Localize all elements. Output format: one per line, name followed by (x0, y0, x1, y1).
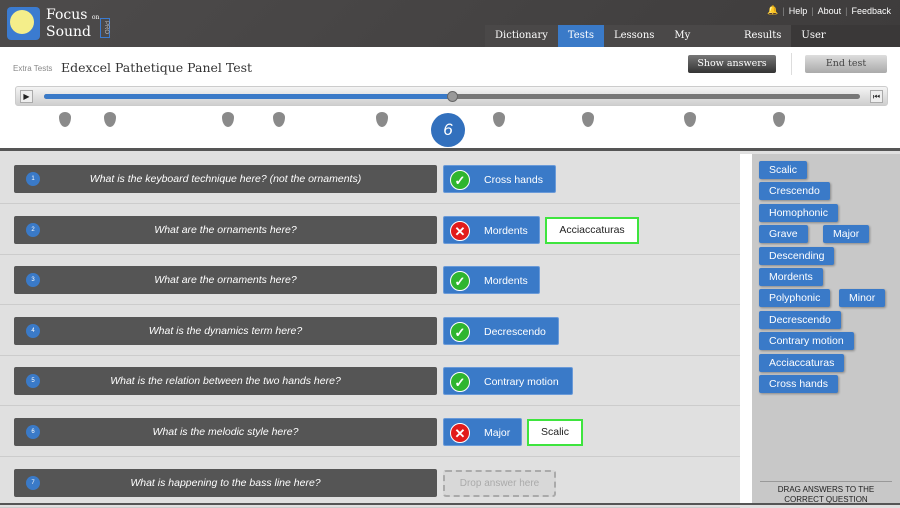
correct-answer: Acciaccaturas (545, 216, 639, 244)
question-marker[interactable] (222, 112, 234, 127)
audio-timeline[interactable]: ▶ ⏮ (15, 86, 888, 106)
question-marker[interactable] (59, 112, 71, 127)
question-text: 3 What are the ornaments here? (14, 266, 437, 295)
show-answers-button[interactable]: Show answers (688, 55, 776, 73)
breadcrumb[interactable]: Extra Tests (13, 64, 52, 73)
given-answer[interactable]: ✕ Mordents (443, 215, 540, 244)
answer-chip[interactable]: Polyphonic (759, 289, 831, 308)
answer-drop-zone[interactable]: Drop answer here (443, 469, 556, 497)
cross-icon: ✕ (450, 423, 470, 443)
question-marker[interactable] (376, 112, 388, 127)
answer-chip[interactable]: Mordents (759, 268, 823, 286)
answer-chip[interactable]: Descending (759, 246, 835, 265)
divider (791, 53, 792, 75)
tab-results[interactable]: Results (734, 25, 792, 47)
main-nav: Dictionary Tests Lessons My School Resul… (485, 25, 900, 63)
answer-chip[interactable]: Acciaccaturas (759, 353, 845, 372)
check-icon: ✓ (450, 271, 470, 292)
check-icon: ✓ (450, 372, 470, 393)
help-link[interactable]: Help (789, 6, 808, 16)
given-answer[interactable]: ✓ Decrescendo (443, 316, 559, 345)
correct-answer: Scalic (527, 419, 583, 446)
question-row: 1 What is the keyboard technique here? (n… (0, 154, 740, 204)
question-text: 6 What is the melodic style here? (14, 418, 437, 446)
answer-chip[interactable]: Contrary motion (759, 332, 854, 351)
answer-chip[interactable]: Crescendo (759, 182, 830, 201)
tab-tests[interactable]: Tests (557, 25, 604, 47)
brand-name: Focus on Sound (46, 7, 100, 40)
given-answer[interactable]: ✓ Mordents (443, 266, 540, 295)
question-marker[interactable] (773, 112, 785, 127)
answer-bank-hint: DRAG ANSWERS TO THE CORRECT QUESTION (760, 481, 892, 505)
answer-chip[interactable]: Cross hands (759, 375, 838, 393)
questions-list: 1 What is the keyboard technique here? (n… (0, 154, 740, 508)
question-text: 1 What is the keyboard technique here? (n… (14, 165, 437, 193)
answer-chip[interactable]: Homophonic (759, 203, 838, 222)
question-number: 7 (26, 475, 40, 490)
question-text: 4 What is the dynamics term here? (14, 316, 437, 345)
end-test-button[interactable]: End test (805, 55, 887, 73)
pro-badge: PRO (100, 18, 110, 38)
question-text: 5 What is the relation between the two ha… (14, 367, 437, 396)
play-icon[interactable]: ▶ (20, 90, 33, 103)
given-answer[interactable]: ✕ Major (443, 418, 522, 446)
answer-bank: Scalic Crescendo Homophonic Grave Major Desce… (752, 154, 900, 505)
check-icon: ✓ (450, 321, 470, 342)
answer-chip[interactable]: Decrescendo (759, 310, 841, 329)
tab-my-school[interactable]: My School (664, 25, 735, 63)
question-row: 4 What is the dynamics term here? ✓ Decresc… (0, 306, 740, 356)
app-header: Focus on Sound PRO 🔔 | Help | About | Feedba… (0, 0, 900, 63)
cross-icon: ✕ (450, 220, 470, 241)
focus-on-sound-logo[interactable] (7, 7, 40, 40)
given-answer[interactable]: ✓ Cross hands (443, 165, 556, 193)
question-row: 6 What is the melodic style here? ✕ Major Sc… (0, 407, 740, 457)
question-text: 2 What are the ornaments here? (14, 215, 437, 244)
tab-lessons[interactable]: Lessons (603, 25, 665, 47)
current-question-marker[interactable]: 6 (431, 113, 465, 147)
page-title: Edexcel Pathetique Panel Test (61, 60, 253, 75)
question-number: 3 (26, 273, 40, 288)
question-number: 1 (26, 172, 40, 186)
question-marker[interactable] (684, 112, 696, 127)
question-number: 2 (26, 222, 40, 237)
question-row: 3 What are the ornaments here? ✓ Mordents (0, 255, 740, 306)
given-answer[interactable]: ✓ Contrary motion (443, 367, 573, 396)
question-number: 5 (26, 374, 40, 389)
answer-chip[interactable]: Scalic (759, 161, 808, 179)
question-marker[interactable] (493, 112, 505, 127)
tab-user[interactable]: User (791, 25, 900, 47)
test-panel: Extra Tests Edexcel Pathetique Panel Tes… (0, 47, 900, 151)
question-marker[interactable] (104, 112, 116, 127)
check-icon: ✓ (450, 170, 470, 190)
question-number: 6 (26, 425, 40, 439)
bell-icon[interactable]: 🔔 (767, 5, 778, 16)
question-row: 2 What are the ornaments here? ✕ Mordents Ac… (0, 205, 740, 255)
timeline-progress (44, 94, 452, 99)
skip-to-end-icon[interactable]: ⏮ (870, 90, 883, 103)
question-number: 4 (26, 323, 40, 338)
answer-chip[interactable]: Grave (759, 225, 808, 244)
question-row: 5 What is the relation between the two ha… (0, 356, 740, 407)
question-text: 7 What is happening to the bass line here… (14, 468, 437, 497)
question-marker[interactable] (273, 112, 285, 127)
question-marker[interactable] (582, 112, 594, 127)
answer-chip[interactable]: Major (823, 225, 870, 244)
answer-chip[interactable]: Minor (839, 289, 886, 308)
tab-dictionary[interactable]: Dictionary (485, 25, 558, 47)
about-link[interactable]: About (818, 6, 842, 16)
feedback-link[interactable]: Feedback (851, 6, 891, 16)
question-row: 7 What is happening to the bass line here… (0, 458, 740, 508)
timeline-handle[interactable] (447, 91, 458, 102)
timeline-track[interactable] (44, 91, 860, 102)
